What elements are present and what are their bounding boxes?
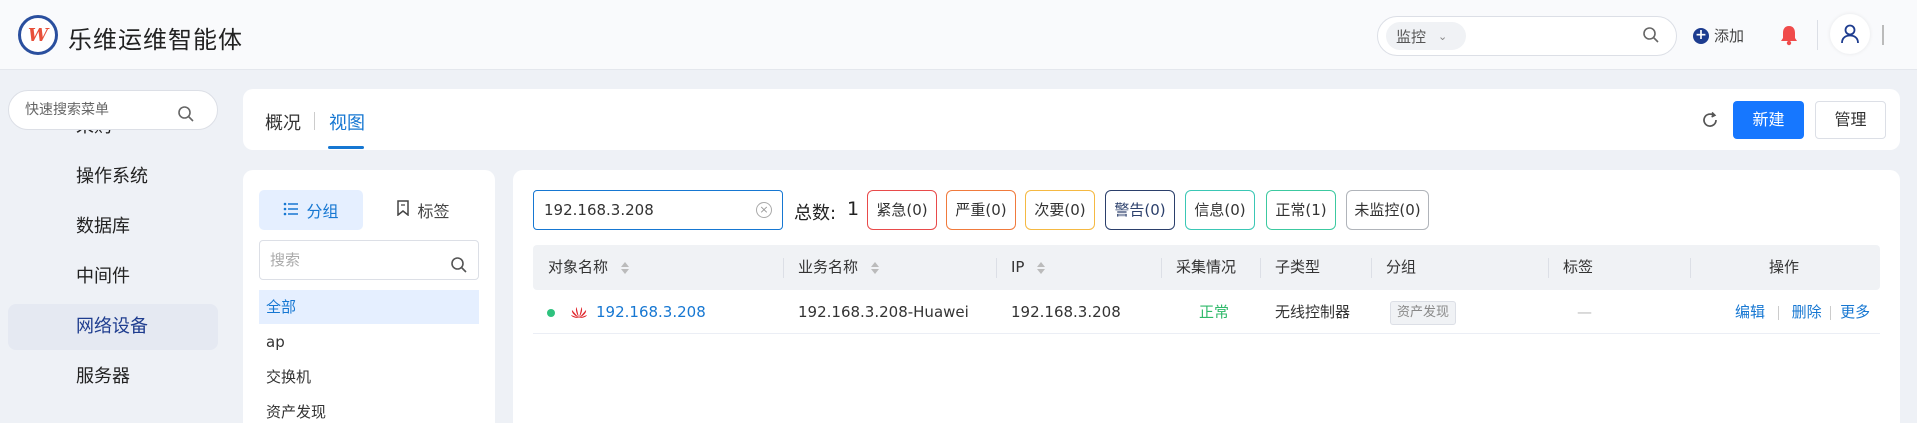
column-header-tag: 标签 xyxy=(1563,258,1594,276)
sidebar-item[interactable]: 采购 xyxy=(8,130,218,150)
tag-cell: — xyxy=(1577,303,1592,321)
ip-cell: 192.168.3.208 xyxy=(1011,303,1121,321)
more-link[interactable]: 更多 xyxy=(1840,303,1870,321)
group-item-all[interactable]: 全部 xyxy=(259,290,479,324)
object-list-panel: 192.168.3.208 × 总数: 1 紧急(0) 严重(0) 次要(0) … xyxy=(513,170,1900,423)
search-icon[interactable] xyxy=(1642,26,1660,48)
search-icon[interactable] xyxy=(450,250,468,288)
chevron-down-icon: ⌄ xyxy=(1438,29,1448,43)
action-divider xyxy=(1777,305,1779,320)
list-icon xyxy=(283,201,299,220)
column-label: 业务名称 xyxy=(798,258,859,276)
column-divider xyxy=(783,258,784,278)
top-header: W 乐维运维智能体 监控 ⌄ + 添加 xyxy=(0,0,1917,70)
object-search-value: 192.168.3.208 xyxy=(544,201,654,219)
column-divider xyxy=(996,258,997,278)
new-button[interactable]: 新建 xyxy=(1733,101,1804,139)
group-cell: 资产发现 xyxy=(1390,291,1457,334)
sidebar-item-database[interactable]: 数据库 xyxy=(8,204,218,250)
bell-icon[interactable] xyxy=(1779,24,1799,50)
subtype-cell: 无线控制器 xyxy=(1275,303,1351,321)
total-count: 1 xyxy=(847,198,860,220)
tab-tag-label: 标签 xyxy=(417,202,450,221)
table-header: 对象名称 业务名称 IP 采集情况 子类型 分组 标签 操作 xyxy=(533,245,1880,290)
sort-icon[interactable] xyxy=(1037,261,1046,274)
tab-divider xyxy=(314,112,315,130)
search-scope-value: 监控 xyxy=(1396,27,1427,46)
group-tag-chip: 资产发现 xyxy=(1390,300,1457,325)
menu-search-input[interactable]: 快速搜索菜单 xyxy=(8,90,218,130)
actions-cell: 编辑 删除 更多 xyxy=(1735,291,1870,334)
group-item-switch[interactable]: 交换机 xyxy=(259,360,479,394)
delete-link[interactable]: 删除 xyxy=(1792,303,1822,321)
sidebar-item-os[interactable]: 操作系统 xyxy=(8,154,218,200)
object-name-link[interactable]: 192.168.3.208 xyxy=(596,291,706,334)
group-panel: 分组 标签 搜索 全部 ap 交换机 资产发现 xyxy=(243,170,495,423)
column-divider xyxy=(1161,258,1162,278)
column-label: IP xyxy=(1011,258,1025,276)
header-divider xyxy=(1817,20,1818,50)
plus-icon: + xyxy=(1693,27,1709,44)
collect-status-cell: 正常 xyxy=(1199,303,1230,321)
table-row[interactable]: 192.168.3.208 192.168.3.208-Huawei 192.1… xyxy=(533,291,1880,334)
manage-button[interactable]: 管理 xyxy=(1815,101,1886,139)
sort-icon[interactable] xyxy=(620,261,629,274)
add-button[interactable]: + 添加 xyxy=(1693,25,1744,46)
column-header-ip[interactable]: IP xyxy=(1011,245,1046,290)
tab-group-label: 分组 xyxy=(306,202,339,221)
severity-filter-warning[interactable]: 警告(0) xyxy=(1105,190,1175,230)
column-divider xyxy=(1690,258,1691,278)
severity-filter-minor[interactable]: 次要(0) xyxy=(1025,190,1095,230)
group-search-input[interactable]: 搜索 xyxy=(259,240,479,280)
sidebar-item-network-device[interactable]: 网络设备 xyxy=(8,304,218,350)
severity-filter-critical[interactable]: 紧急(0) xyxy=(867,190,937,230)
column-header-group: 分组 xyxy=(1386,258,1417,276)
severity-filter-major[interactable]: 严重(0) xyxy=(946,190,1016,230)
severity-filter-unmonitored[interactable]: 未监控(0) xyxy=(1346,190,1429,230)
bookmark-icon xyxy=(396,200,410,220)
tab-tag[interactable]: 标签 xyxy=(371,190,475,230)
huawei-logo-icon xyxy=(570,304,588,324)
view-tabs-bar: 概况 视图 新建 管理 xyxy=(243,89,1900,150)
severity-filter-normal[interactable]: 正常(1) xyxy=(1266,190,1336,230)
column-header-business-name[interactable]: 业务名称 xyxy=(798,245,879,290)
business-name-cell: 192.168.3.208-Huawei xyxy=(798,303,969,321)
edit-link[interactable]: 编辑 xyxy=(1735,303,1765,321)
group-search-placeholder: 搜索 xyxy=(270,251,301,269)
menu-search-placeholder: 快速搜索菜单 xyxy=(25,102,109,118)
add-label: 添加 xyxy=(1714,27,1745,45)
column-header-subtype: 子类型 xyxy=(1275,258,1321,276)
more-menu-handle[interactable] xyxy=(1882,25,1884,45)
user-avatar[interactable] xyxy=(1830,14,1870,54)
column-header-collect-status: 采集情况 xyxy=(1176,258,1237,276)
app-title: 乐维运维智能体 xyxy=(68,26,243,54)
sidebar-item-server[interactable]: 服务器 xyxy=(8,354,218,400)
group-item-ap[interactable]: ap xyxy=(259,325,479,359)
column-header-actions: 操作 xyxy=(1769,258,1800,276)
column-divider xyxy=(1260,258,1261,278)
column-divider xyxy=(1548,258,1549,278)
global-search-box[interactable]: 监控 ⌄ xyxy=(1377,16,1677,56)
column-label: 对象名称 xyxy=(548,258,609,276)
online-status-dot xyxy=(547,309,555,317)
column-header-object-name[interactable]: 对象名称 xyxy=(548,245,629,290)
tab-overview[interactable]: 概况 xyxy=(265,109,301,135)
total-label: 总数: xyxy=(794,203,837,224)
app-logo[interactable]: W xyxy=(18,15,58,55)
severity-filter-info[interactable]: 信息(0) xyxy=(1185,190,1255,230)
clear-icon[interactable]: × xyxy=(756,202,772,218)
refresh-icon[interactable] xyxy=(1700,110,1720,134)
tab-group[interactable]: 分组 xyxy=(259,190,363,230)
column-divider xyxy=(1371,258,1372,278)
tab-view[interactable]: 视图 xyxy=(329,109,365,135)
sort-icon[interactable] xyxy=(870,261,879,274)
sidebar-menu: 采购 操作系统 数据库 中间件 网络设备 服务器 xyxy=(0,130,230,423)
group-item-asset-discovery[interactable]: 资产发现 xyxy=(259,395,479,423)
sidebar-item-middleware[interactable]: 中间件 xyxy=(8,254,218,300)
action-divider xyxy=(1830,305,1832,320)
object-search-input[interactable]: 192.168.3.208 × xyxy=(533,190,783,230)
search-scope-select[interactable]: 监控 ⌄ xyxy=(1386,22,1466,50)
active-tab-indicator xyxy=(328,146,364,149)
